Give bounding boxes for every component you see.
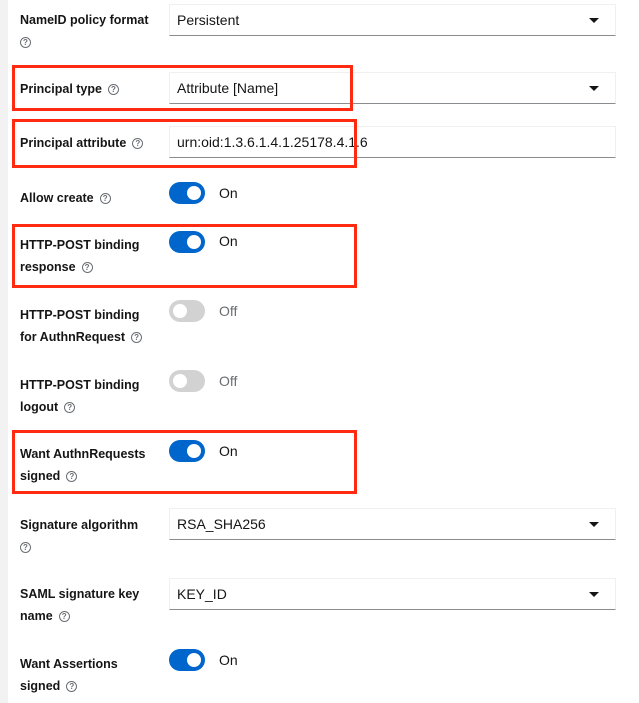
post-response-label: HTTP-POST binding response? xyxy=(20,238,140,274)
want-authn-signed-label: Want AuthnRequests signed? xyxy=(20,447,146,483)
principal-attribute-input[interactable]: urn:oid:1.3.6.1.4.1.25178.4.1.6 xyxy=(169,126,616,158)
help-icon[interactable]: ? xyxy=(99,193,111,205)
post-response-state: On xyxy=(219,233,238,249)
allow-create-label: Allow create? xyxy=(20,187,170,209)
principal-type-label: Principal type? xyxy=(20,78,170,100)
help-icon[interactable]: ? xyxy=(81,262,93,274)
want-assert-signed-label: Want Assertions signed? xyxy=(20,657,118,693)
help-icon[interactable]: ? xyxy=(66,681,78,693)
caret-down-icon xyxy=(589,522,599,527)
sig-alg-select[interactable]: RSA_SHA256 xyxy=(169,508,616,540)
help-icon[interactable]: ? xyxy=(20,542,31,554)
nameid-select[interactable]: Persistent xyxy=(169,4,616,36)
key-name-select[interactable]: KEY_ID xyxy=(169,578,616,610)
sig-alg-label: Signature algorithm? xyxy=(20,518,139,554)
help-icon[interactable]: ? xyxy=(131,332,143,344)
want-authn-signed-toggle[interactable] xyxy=(169,440,205,462)
want-authn-signed-state: On xyxy=(219,443,238,459)
help-icon[interactable]: ? xyxy=(64,402,76,414)
principal-attribute-label: Principal attribute? xyxy=(20,132,170,154)
key-name-label: SAML signature key name? xyxy=(20,587,140,623)
left-scroll-edge xyxy=(0,0,8,703)
post-authn-label: HTTP-POST binding for AuthnRequest? xyxy=(20,304,170,348)
help-icon[interactable]: ? xyxy=(66,471,78,483)
post-logout-label: HTTP-POST binding logout? xyxy=(20,378,140,414)
want-assert-signed-state: On xyxy=(219,652,238,668)
caret-down-icon xyxy=(589,592,599,597)
caret-down-icon xyxy=(589,18,599,23)
caret-down-icon xyxy=(589,86,599,91)
post-authn-state: Off xyxy=(219,303,238,319)
help-icon[interactable]: ? xyxy=(20,37,31,49)
nameid-label: NameID policy format? xyxy=(20,13,149,49)
allow-create-state: On xyxy=(219,185,238,201)
help-icon[interactable]: ? xyxy=(58,611,70,623)
post-logout-state: Off xyxy=(219,373,238,389)
help-icon[interactable]: ? xyxy=(107,84,119,96)
principal-type-select[interactable]: Attribute [Name] xyxy=(169,72,616,104)
want-assert-signed-toggle[interactable] xyxy=(169,649,205,671)
post-authn-toggle[interactable] xyxy=(169,300,205,322)
allow-create-toggle[interactable] xyxy=(169,182,205,204)
help-icon[interactable]: ? xyxy=(132,138,144,150)
post-logout-toggle[interactable] xyxy=(169,370,205,392)
post-response-toggle[interactable] xyxy=(169,231,205,253)
